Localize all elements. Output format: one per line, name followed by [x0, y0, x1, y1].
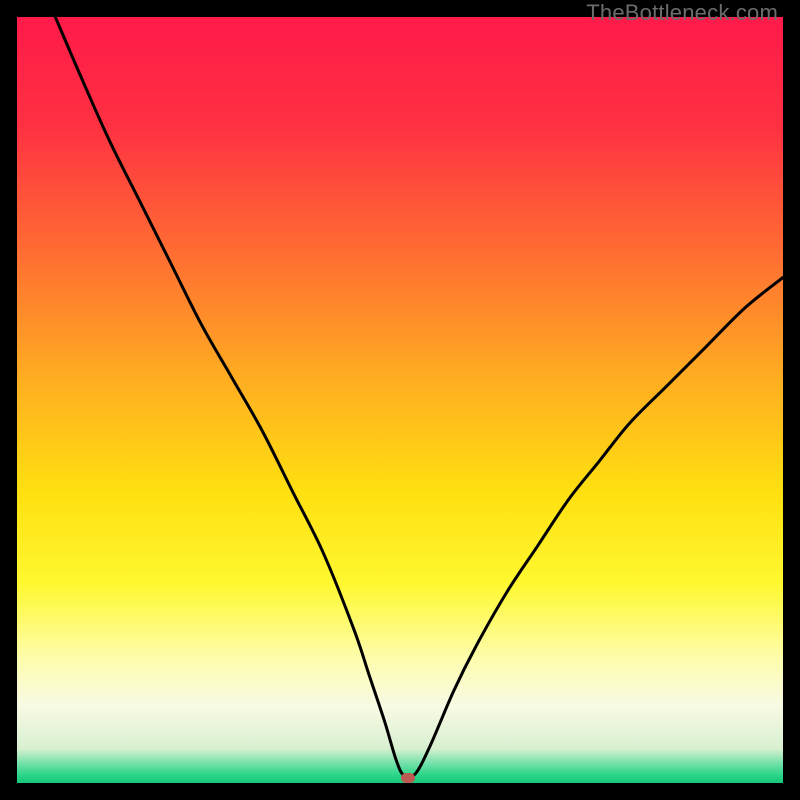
- bottleneck-chart: [17, 17, 783, 783]
- watermark-text: TheBottleneck.com: [586, 0, 778, 26]
- chart-frame: [17, 17, 783, 783]
- optimal-point-marker: [401, 773, 415, 783]
- gradient-background: [17, 17, 783, 783]
